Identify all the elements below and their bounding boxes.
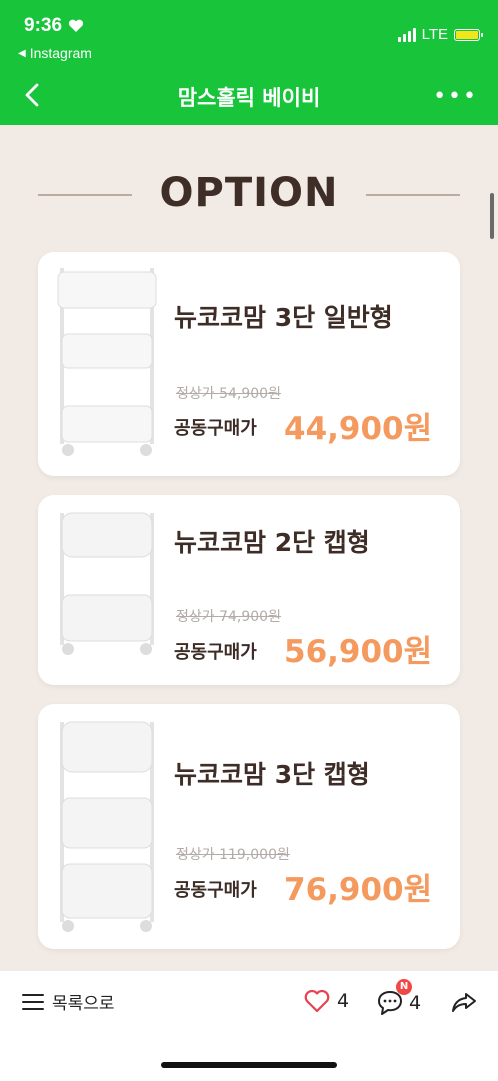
sale-label: 공동구매가 (174, 642, 257, 663)
like-button[interactable]: 4 (304, 989, 349, 1013)
page-title: 맘스홀릭 베이비 (177, 86, 321, 110)
top-bar: 9:36 ◀ Instagram LTE 맘스홀릭 베이비 ••• (0, 0, 498, 125)
comment-icon-wrap: N (376, 979, 412, 1017)
status-indicators: LTE (397, 26, 483, 43)
list-label: 목록으로 (52, 994, 115, 1014)
signal-icon (397, 27, 416, 42)
option-header: OPTION (0, 170, 498, 220)
sale-label: 공동구매가 (174, 418, 257, 439)
heart-icon (304, 989, 330, 1013)
sale-price: 76,900원 (284, 872, 433, 908)
status-time: 9:36 (24, 15, 84, 37)
cart-2tier-image (60, 512, 154, 655)
product-name: 뉴코코맘 3단 캡형 (174, 760, 370, 789)
sale-price: 44,900원 (284, 411, 433, 447)
like-count: 4 (337, 990, 350, 1012)
original-price: 정상가 54,900원 (176, 386, 281, 402)
new-badge: N (396, 979, 412, 995)
post-content[interactable]: OPTION 뉴코코맘 3단 일반형 정상가 54,900원 공동구매가 44,… (0, 125, 498, 970)
product-card[interactable]: 뉴코코맘 2단 캡형 정상가 74,900원 공동구매가 56,900원 (38, 495, 460, 685)
more-dots-icon[interactable]: ••• (433, 84, 478, 109)
time-text: 9:36 (24, 15, 63, 36)
original-price: 정상가 119,000원 (176, 847, 290, 863)
cart-3tier-image (57, 268, 157, 456)
product-name: 뉴코코맘 2단 캡형 (174, 528, 370, 557)
back-app-label: Instagram (29, 45, 92, 61)
product-card[interactable]: 뉴코코맘 3단 캡형 정상가 119,000원 공동구매가 76,900원 (38, 704, 460, 949)
section-title: OPTION (159, 170, 339, 216)
original-price: 정상가 74,900원 (176, 609, 281, 625)
share-icon[interactable] (450, 989, 478, 1017)
network-label: LTE (421, 26, 448, 43)
sale-label: 공동구매가 (174, 880, 257, 901)
cart-3tier-cap-image (60, 721, 154, 932)
menu-icon (22, 993, 44, 1010)
product-name: 뉴코코맘 3단 일반형 (174, 303, 393, 332)
sale-price: 56,900원 (284, 634, 433, 670)
heart-icon (68, 19, 84, 32)
comment-button[interactable]: N 4 (376, 979, 422, 1017)
back-to-app[interactable]: ◀ Instagram (18, 45, 92, 61)
product-card[interactable]: 뉴코코맘 3단 일반형 정상가 54,900원 공동구매가 44,900원 (38, 252, 460, 476)
comment-count: 4 (409, 992, 422, 1014)
list-button[interactable]: 목록으로 (22, 989, 115, 1014)
home-indicator[interactable] (161, 1062, 337, 1068)
back-triangle-icon: ◀ (18, 47, 26, 59)
battery-icon (454, 28, 483, 41)
scrollbar[interactable] (490, 193, 494, 239)
